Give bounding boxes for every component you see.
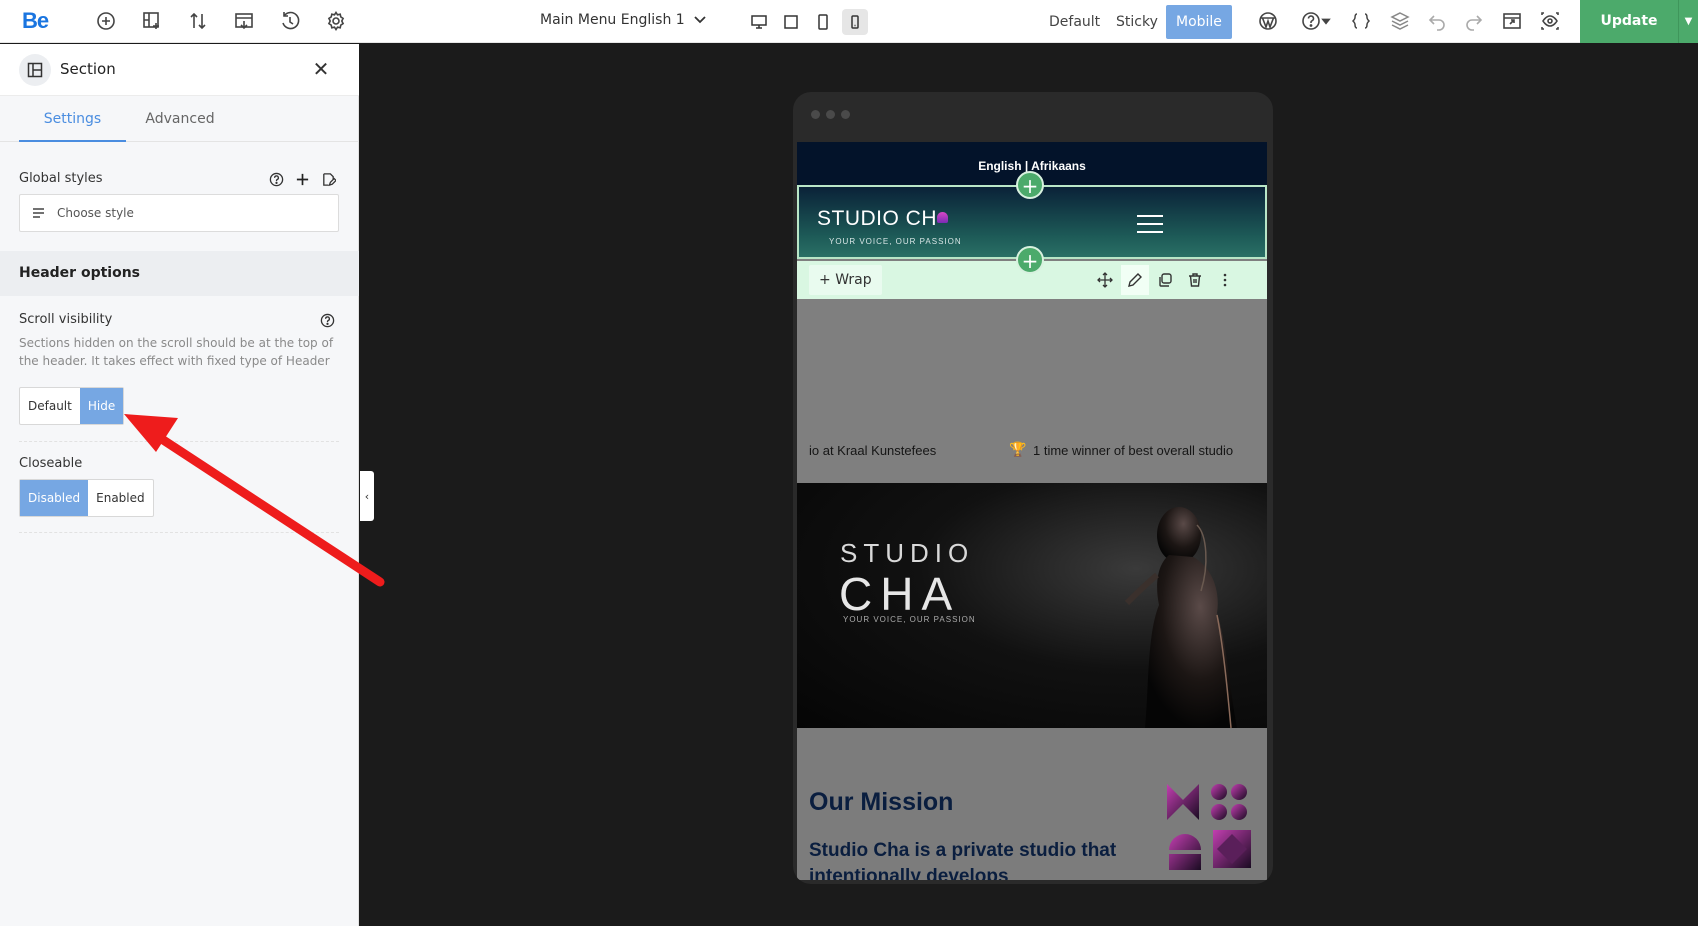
wordpress-icon[interactable] (1257, 10, 1279, 32)
layers-icon[interactable] (1389, 10, 1411, 32)
custom-css-icon[interactable] (1350, 10, 1372, 32)
mission-title: Our Mission (809, 788, 954, 816)
closeable-toggle: Disabled Enabled (19, 479, 154, 517)
scroll-default-option[interactable]: Default (20, 388, 80, 424)
desktop-device-icon[interactable] (746, 9, 772, 35)
singer-silhouette-icon (1124, 507, 1237, 728)
divider (19, 441, 339, 442)
menu-selector[interactable]: Main Menu English 1 (540, 12, 707, 28)
top-toolbar: Be Main Menu English 1 Default Sticky Mo… (0, 0, 1698, 43)
undo-icon[interactable] (1426, 10, 1448, 32)
move-icon[interactable] (1091, 265, 1119, 295)
brand-name: STUDIO CH (817, 207, 937, 230)
layout-add-icon[interactable] (141, 10, 163, 32)
hero-tagline: YOUR VOICE, OUR PASSION (843, 615, 976, 624)
trophy-icon: 🏆 (1009, 442, 1027, 458)
closeable-disabled-option[interactable]: Disabled (20, 480, 89, 516)
scroll-hide-option[interactable]: Hide (79, 388, 124, 424)
header-options-heading: Header options (0, 251, 359, 296)
mode-mobile-button[interactable]: Mobile (1166, 5, 1232, 39)
edit-pencil-icon[interactable] (1121, 265, 1149, 295)
list-lines-icon (33, 208, 44, 218)
closeable-label: Closeable (19, 456, 83, 471)
redo-icon[interactable] (1463, 10, 1485, 32)
edit-global-style-icon[interactable] (319, 170, 337, 188)
brand-dot-icon (937, 212, 948, 223)
scroll-visibility-label: Scroll visibility (19, 312, 113, 327)
panel-header: Section ✕ (0, 44, 359, 96)
scroll-visibility-toggle: Default Hide (19, 387, 125, 425)
mission-text: Studio Cha is a private studio that inte… (809, 840, 1117, 880)
add-section-above-button[interactable]: + (1016, 171, 1044, 199)
scroll-visibility-description: Sections hidden on the scroll should be … (19, 336, 334, 368)
device-switcher (738, 5, 870, 38)
delete-trash-icon[interactable] (1181, 265, 1209, 295)
collapse-panel-chevron-icon[interactable]: ‹ (360, 471, 374, 521)
marquee-section[interactable]: io at Kraal Kunstefees 🏆 1 time winner o… (797, 299, 1267, 479)
wrap-button[interactable]: + Wrap (809, 265, 882, 295)
wrap-label: Wrap (835, 272, 872, 288)
hero-logo-line1: STUDIO (840, 538, 975, 568)
update-button[interactable]: Update (1580, 0, 1678, 43)
laptop-device-icon[interactable] (778, 9, 804, 35)
choose-style-placeholder: Choose style (57, 206, 134, 220)
divider (19, 532, 339, 533)
section-layout-icon (19, 54, 51, 86)
panel-title: Section (60, 60, 116, 78)
app-logo[interactable]: Be (22, 8, 49, 34)
update-options-caret-icon[interactable]: ▼ (1678, 0, 1698, 43)
decorative-shapes-icon (1167, 784, 1251, 870)
marquee-text-right: 1 time winner of best overall studio (1033, 443, 1234, 458)
closeable-enabled-option[interactable]: Enabled (88, 480, 153, 516)
global-styles-help-icon[interactable] (267, 170, 285, 188)
add-global-style-icon[interactable] (293, 170, 311, 188)
tab-settings[interactable]: Settings (19, 96, 126, 142)
sort-icon[interactable] (187, 10, 209, 32)
hero-image[interactable]: STUDIO CHA YOUR VOICE, OUR PASSION (797, 483, 1267, 728)
help-caret-icon[interactable] (1320, 10, 1332, 32)
menu-selector-label: Main Menu English 1 (540, 12, 685, 28)
hero-logo-line2: CHA (839, 568, 961, 620)
panel-tabs: Settings Advanced (0, 96, 359, 142)
settings-panel: Section ✕ Settings Advanced Global style… (0, 44, 359, 926)
open-preview-icon[interactable] (1501, 10, 1523, 32)
preview-screen: English | Afrikaans STUDIO CH YOUR VOICE… (797, 142, 1267, 880)
mission-section[interactable]: Our Mission Studio Cha is a private stud… (797, 728, 1267, 880)
global-styles-label: Global styles (19, 171, 103, 186)
window-dots (811, 110, 850, 119)
add-section-below-button[interactable]: + (1016, 246, 1044, 274)
more-options-icon[interactable] (1211, 265, 1239, 295)
scroll-visibility-help-icon[interactable] (318, 311, 336, 329)
chevron-down-icon (694, 16, 706, 24)
history-icon[interactable] (279, 10, 301, 32)
brand-logo[interactable]: STUDIO CH (817, 207, 948, 231)
global-style-select[interactable]: Choose style (19, 194, 339, 232)
settings-gear-icon[interactable] (325, 10, 347, 32)
template-icon[interactable] (233, 10, 255, 32)
help-icon[interactable] (1300, 10, 1322, 32)
mode-sticky-button[interactable]: Sticky (1106, 5, 1168, 39)
marquee-text-left: io at Kraal Kunstefees (809, 443, 937, 458)
tablet-device-icon[interactable] (810, 9, 836, 35)
mobile-preview-frame: English | Afrikaans STUDIO CH YOUR VOICE… (793, 92, 1273, 884)
eye-preview-icon[interactable] (1539, 10, 1561, 32)
tab-advanced[interactable]: Advanced (138, 96, 222, 142)
duplicate-icon[interactable] (1151, 265, 1179, 295)
mobile-device-icon[interactable] (842, 8, 868, 35)
add-element-icon[interactable] (95, 10, 117, 32)
brand-tagline: YOUR VOICE, OUR PASSION (829, 237, 962, 246)
mode-default-button[interactable]: Default (1039, 5, 1110, 39)
header-options-label: Header options (19, 265, 141, 281)
close-icon[interactable]: ✕ (310, 58, 332, 80)
hamburger-menu-icon[interactable] (1137, 215, 1163, 233)
